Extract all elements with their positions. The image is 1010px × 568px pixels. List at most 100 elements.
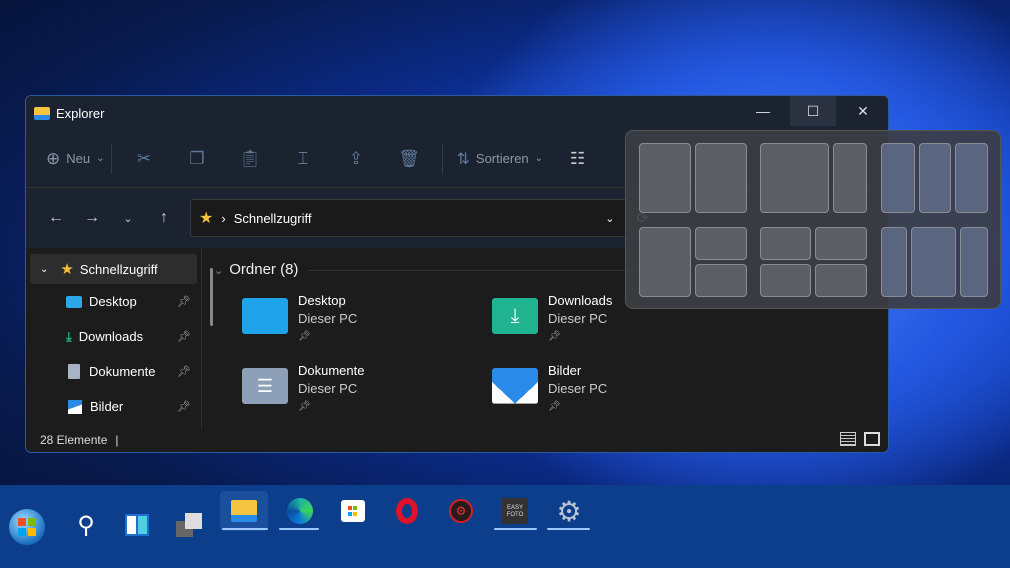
folder-item-desktop[interactable]: Desktop Dieser PC 📌︎	[242, 292, 357, 346]
snap-zone[interactable]	[760, 227, 811, 260]
taskbar-opera[interactable]	[383, 491, 431, 531]
taskbar-store[interactable]	[329, 491, 377, 531]
rename-button[interactable]: ⌶	[277, 143, 330, 175]
store-icon	[341, 500, 365, 522]
address-dropdown[interactable]: ⌄	[605, 212, 614, 225]
snap-zone[interactable]	[760, 264, 811, 297]
snap-zone[interactable]	[960, 227, 988, 297]
folder-icon	[242, 298, 288, 334]
snap-zone[interactable]	[833, 143, 867, 213]
view-button[interactable]: ☷	[551, 143, 604, 175]
snap-zone[interactable]	[760, 143, 829, 213]
desktop-icon	[66, 295, 82, 308]
sidebar-item-documents[interactable]: Dokumente 📌︎	[26, 354, 201, 389]
folder-icon	[231, 500, 257, 522]
taskbar: ⚲ ⚙ EASY FOTO ⚙	[0, 485, 1010, 568]
details-view-button[interactable]	[840, 432, 856, 446]
recent-dropdown[interactable]: ⌄	[110, 212, 146, 225]
new-button[interactable]: ⊕ Neu ⌄	[46, 143, 105, 175]
document-icon	[68, 364, 80, 379]
paste-button[interactable]: 📋︎	[224, 143, 277, 175]
sidebar-item-desktop[interactable]: Desktop 📌︎	[26, 284, 201, 319]
rename-icon: ⌶	[297, 148, 309, 168]
cut-button[interactable]: ✂	[118, 143, 171, 175]
start-button[interactable]	[5, 505, 49, 549]
forward-button[interactable]: →	[74, 209, 110, 227]
copy-button[interactable]: ❐	[171, 143, 224, 175]
task-view-icon	[176, 513, 204, 537]
copy-icon: ❐	[189, 148, 205, 168]
folder-item-documents[interactable]: ☰ Dokumente Dieser PC 📌︎	[242, 362, 364, 416]
snap-zone[interactable]	[881, 143, 915, 213]
task-view-button[interactable]	[166, 505, 214, 545]
sidebar-item-quick-access[interactable]: ⌄ ★ Schnellzugriff	[30, 254, 197, 284]
star-icon: ★	[60, 261, 74, 278]
search-button[interactable]: ⚲	[62, 505, 110, 545]
share-button[interactable]: ⇪	[330, 143, 383, 175]
plus-circle-icon: ⊕	[46, 148, 61, 168]
pin-icon: 📌︎	[298, 401, 311, 412]
chevron-down-icon[interactable]: ⌄	[40, 264, 48, 275]
snap-zone[interactable]	[639, 227, 691, 297]
window-title: Explorer	[56, 105, 105, 121]
taskbar-easy-foto[interactable]: EASY FOTO	[491, 491, 539, 531]
navigation-pane: ⌄ ★ Schnellzugriff Desktop 📌︎ ⤓ Downloads 📌…	[26, 248, 213, 430]
snap-zone[interactable]	[919, 143, 951, 213]
widgets-button[interactable]	[113, 505, 161, 545]
star-icon: ★	[199, 210, 214, 227]
folder-icon	[34, 106, 50, 120]
delete-button[interactable]: 🗑︎	[383, 143, 436, 175]
pin-icon: 📌︎	[177, 366, 191, 378]
folder-item-pictures[interactable]: Bilder Dieser PC 📌︎	[492, 362, 607, 416]
snap-zone[interactable]	[881, 227, 907, 297]
pictures-folder-icon	[492, 368, 538, 404]
easy-foto-logo: EASY FOTO	[502, 498, 528, 524]
list-view-icon: ☷	[569, 148, 586, 168]
pin-icon: 📌︎	[177, 401, 191, 413]
share-icon: ⇪	[348, 148, 364, 168]
title-bar: Explorer — ☐ ✕	[26, 96, 888, 130]
address-path: Schnellzugriff	[233, 210, 312, 226]
chevron-down-icon: ⌄	[96, 153, 105, 164]
sort-button[interactable]: ⇅ Sortieren ⌄	[449, 143, 552, 175]
widgets-icon	[125, 514, 149, 536]
pin-icon: 📌︎	[548, 401, 561, 412]
status-bar: 28 Elemente |	[26, 429, 888, 452]
sidebar-item-downloads[interactable]: ⤓ Downloads 📌︎	[26, 319, 201, 354]
taskbar-explorer[interactable]	[220, 491, 268, 531]
address-bar[interactable]: ★ › Schnellzugriff ⌄ ⟳	[190, 199, 650, 237]
close-button[interactable]: ✕	[840, 96, 886, 126]
scissors-icon: ✂	[136, 148, 152, 168]
chevron-right-icon: ›	[221, 210, 226, 226]
snap-zone[interactable]	[815, 227, 867, 260]
windows-logo-icon	[9, 509, 45, 545]
snap-zone[interactable]	[955, 143, 988, 213]
snap-zone[interactable]	[639, 143, 691, 213]
pin-icon: 📌︎	[177, 331, 191, 343]
documents-folder-icon: ☰	[242, 368, 288, 404]
pin-icon: 📌︎	[177, 296, 191, 308]
sidebar-item-pictures[interactable]: Bilder 📌︎	[26, 389, 201, 424]
taskbar-settings[interactable]: ⚙	[545, 491, 593, 531]
snap-zone[interactable]	[911, 227, 956, 297]
snap-zone[interactable]	[815, 264, 867, 297]
taskbar-edge[interactable]	[276, 491, 324, 531]
opera-icon	[396, 498, 418, 524]
pin-icon: 📌︎	[298, 331, 311, 342]
up-button[interactable]: ↑	[146, 209, 182, 227]
folder-item-downloads[interactable]: ⤓ Downloads Dieser PC 📌︎	[492, 292, 612, 346]
tiles-view-button[interactable]	[864, 432, 880, 446]
back-button[interactable]: ←	[38, 209, 74, 227]
search-icon: ⚲	[77, 511, 95, 539]
edge-icon	[287, 498, 313, 524]
snap-zone[interactable]	[695, 264, 747, 297]
maximize-button[interactable]: ☐	[790, 96, 836, 126]
snap-zone[interactable]	[695, 227, 747, 260]
downloads-folder-icon: ⤓	[492, 298, 538, 334]
clipboard-icon: 📋︎	[239, 148, 261, 168]
snap-zone[interactable]	[695, 143, 747, 213]
pin-icon: 📌︎	[548, 331, 561, 342]
trash-icon: 🗑︎	[398, 148, 420, 168]
minimize-button[interactable]: —	[740, 96, 786, 126]
taskbar-iobit[interactable]: ⚙	[437, 491, 485, 531]
